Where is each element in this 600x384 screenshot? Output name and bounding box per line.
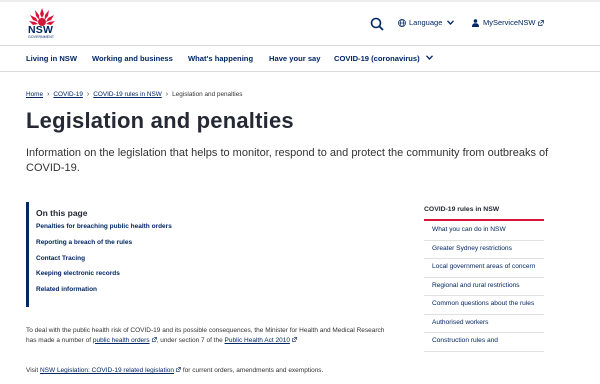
body-paragraph-1: To deal with the public health risk of C… (26, 326, 386, 345)
sidebar-item-regional-rural[interactable]: Regional and rural restrictions (424, 278, 544, 296)
sidebar-nav: What you can do in NSW Greater Sydney re… (424, 222, 544, 352)
logo-subtext: GOVERNMENT (28, 35, 55, 39)
nav-item-covid-19-label: COVID-19 (coronavirus) (334, 54, 420, 63)
nav-item-covid-19[interactable]: COVID-19 (coronavirus) (334, 54, 433, 63)
sidebar-item-lga-of-concern[interactable]: Local government areas of concern (424, 259, 544, 278)
on-this-page-link-related-information[interactable]: Related information (36, 286, 296, 293)
chevron-down-icon (425, 55, 433, 60)
nav-item-whats-happening[interactable]: What's happening (188, 54, 253, 63)
on-this-page-link-contact-tracing[interactable]: Contact Tracing (36, 255, 296, 262)
breadcrumb-covid-rules[interactable]: COVID-19 rules in NSW (93, 91, 162, 98)
person-icon (472, 18, 479, 27)
nav-item-working-and-business[interactable]: Working and business (92, 54, 173, 63)
breadcrumb-current: Legislation and penalties (172, 91, 243, 98)
language-label: Language (409, 18, 443, 27)
chevron-down-icon (447, 20, 455, 25)
on-this-page-link-penalties[interactable]: Penalties for breaching public health or… (36, 223, 296, 230)
sidebar-item-common-questions[interactable]: Common questions about the rules (424, 296, 544, 315)
sidebar-item-what-you-can-do[interactable]: What you can do in NSW (424, 222, 544, 241)
body-text: for current orders, amendments and exemp… (181, 367, 324, 374)
nav-item-living-in-nsw[interactable]: Living in NSW (26, 54, 77, 63)
sidebar-item-construction-rules[interactable]: Construction rules and (424, 333, 544, 352)
main-nav: Living in NSW Working and business What'… (0, 45, 600, 72)
nsw-legislation-link[interactable]: NSW Legislation: COVID-19 related legisl… (40, 367, 174, 374)
body-text: , under section 7 of the (156, 336, 225, 344)
breadcrumb-separator-icon: › (165, 91, 169, 98)
public-health-act-link[interactable]: Public Health Act 2010 (225, 337, 290, 344)
page-intro: Information on the legislation that help… (26, 147, 549, 174)
on-this-page-link-reporting[interactable]: Reporting a breach of the rules (36, 239, 296, 246)
top-rule (0, 0, 600, 2)
sidebar-item-authorised-workers[interactable]: Authorised workers (424, 315, 544, 333)
sidebar-heading[interactable]: COVID-19 rules in NSW (424, 206, 544, 221)
language-selector[interactable]: Language (398, 18, 455, 27)
body-paragraph-2: Visit NSW Legislation: COVID-19 related … (26, 366, 386, 376)
breadcrumb-home[interactable]: Home (26, 91, 43, 98)
page-title: Legislation and penalties (26, 108, 294, 133)
myservicensw-link[interactable]: MyServiceNSW (472, 18, 544, 27)
on-this-page: On this page Penalties for breaching pub… (26, 202, 296, 307)
on-this-page-link-electronic-records[interactable]: Keeping electronic records (36, 270, 296, 277)
myservicensw-label: MyServiceNSW (483, 18, 536, 27)
breadcrumb: Home › COVID-19 › COVID-19 rules in NSW … (26, 91, 242, 98)
globe-icon (398, 18, 406, 27)
nav-item-have-your-say[interactable]: Have your say (269, 54, 321, 63)
external-link-icon (292, 336, 297, 342)
search-icon[interactable] (370, 17, 384, 31)
breadcrumb-covid-19[interactable]: COVID-19 (53, 91, 82, 98)
public-health-orders-link[interactable]: public health orders (93, 337, 150, 344)
breadcrumb-separator-icon: › (86, 91, 90, 98)
sidebar-item-greater-sydney[interactable]: Greater Sydney restrictions (424, 241, 544, 259)
on-this-page-heading: On this page (36, 208, 88, 218)
body-text: Visit (26, 367, 40, 374)
breadcrumb-separator-icon: › (47, 91, 50, 98)
external-link-icon (537, 19, 544, 26)
logo-text: NSW (28, 24, 54, 36)
